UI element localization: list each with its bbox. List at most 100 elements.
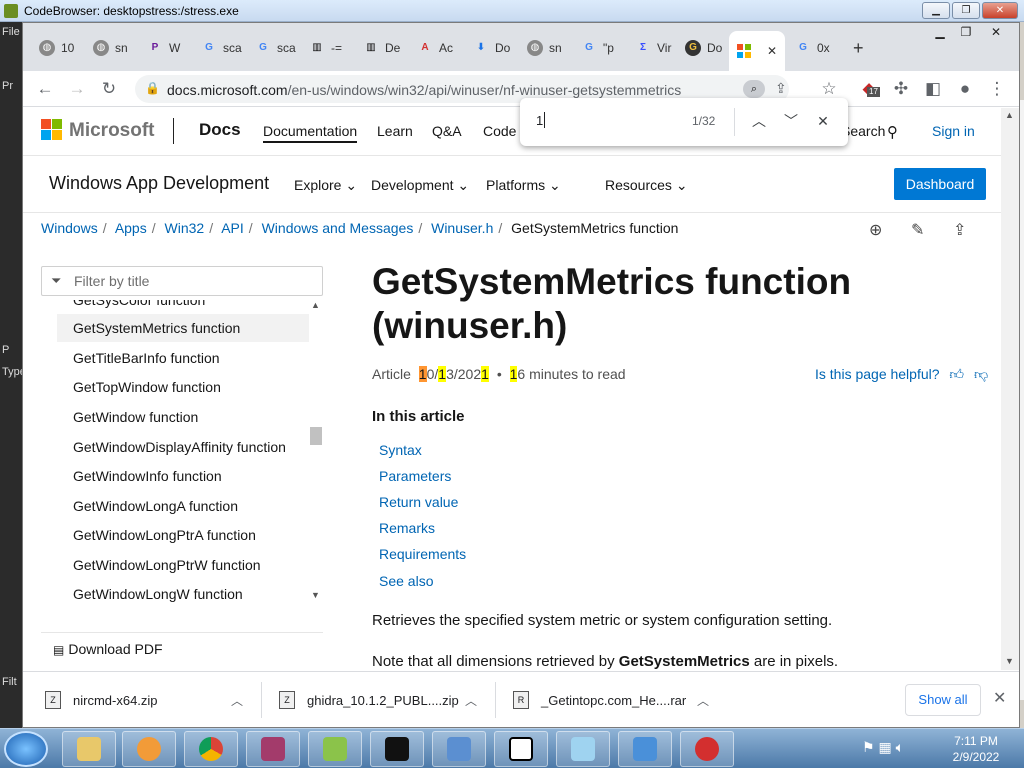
- close-button[interactable]: ✕: [983, 25, 1009, 41]
- tab[interactable]: G Do: [685, 35, 722, 61]
- breadcrumb-link[interactable]: Winuser.h: [431, 220, 493, 236]
- tab[interactable]: Σ Vir: [635, 35, 671, 61]
- section-link-syntax[interactable]: Syntax: [379, 442, 422, 458]
- network-tray-icon[interactable]: ▦: [878, 739, 891, 755]
- control-panel-icon[interactable]: [618, 731, 672, 767]
- search-icon[interactable]: ⚲: [887, 123, 898, 141]
- chevron-up-icon[interactable]: ︿: [697, 692, 709, 709]
- profile-avatar-icon[interactable]: ●: [953, 77, 977, 101]
- download-item[interactable]: R _Getintopc.com_He....rar ︿: [513, 686, 709, 714]
- share-icon[interactable]: ⇪: [775, 80, 787, 97]
- forward-icon[interactable]: →: [65, 77, 89, 101]
- section-link-requirements[interactable]: Requirements: [379, 546, 466, 562]
- toc-item[interactable]: GetWindowLongPtrW function: [57, 551, 309, 579]
- page-scrollbar[interactable]: ▲ ▼: [1001, 108, 1019, 670]
- volume-icon[interactable]: 🔈︎: [896, 739, 904, 755]
- menu-explore[interactable]: Explore ⌄: [294, 177, 357, 194]
- tab[interactable]: Gsca: [255, 35, 296, 61]
- reload-icon[interactable]: ↻: [97, 77, 121, 101]
- tab[interactable]: ▥ De: [363, 35, 400, 61]
- network-icon[interactable]: [432, 731, 486, 767]
- toc-item[interactable]: GetWindowDisplayAffinity function: [57, 433, 309, 461]
- docs-link[interactable]: Docs: [199, 120, 241, 140]
- breadcrumb-link[interactable]: Apps: [115, 220, 147, 236]
- toc-item[interactable]: GetWindow function: [57, 403, 309, 431]
- download-item[interactable]: Znircmd-x64.zip ︿: [45, 686, 243, 714]
- restore-button[interactable]: ❐: [953, 25, 979, 41]
- new-tab-button[interactable]: +: [853, 35, 864, 61]
- chrome-icon[interactable]: [184, 731, 238, 767]
- close-button[interactable]: ✕: [982, 2, 1018, 19]
- toc-item[interactable]: GetWindowLongW function: [57, 580, 309, 608]
- nav-learn[interactable]: Learn: [377, 123, 413, 139]
- tab[interactable]: Gsca: [201, 35, 242, 61]
- toc-item[interactable]: GetWindowLongPtrA function: [57, 521, 309, 549]
- toc-filter-input[interactable]: ⏷ Filter by title: [41, 266, 323, 296]
- nav-qa[interactable]: Q&A: [432, 123, 462, 139]
- menu-platforms[interactable]: Platforms ⌄: [486, 177, 561, 194]
- section-link-see-also[interactable]: See also: [379, 573, 433, 589]
- tab[interactable]: ◍ 10: [39, 35, 74, 61]
- menu-development[interactable]: Development ⌄: [371, 177, 469, 194]
- thumbs-up-icon[interactable]: 👍︎: [949, 366, 964, 382]
- tab[interactable]: PW: [147, 35, 181, 61]
- tab[interactable]: ⬇ Do: [473, 35, 511, 61]
- media-player-icon[interactable]: [122, 731, 176, 767]
- download-pdf-link[interactable]: ▤ Download PDF: [53, 641, 163, 657]
- minimize-button[interactable]: ▁: [927, 25, 953, 41]
- section-link-return-value[interactable]: Return value: [379, 494, 458, 510]
- menu-kebab-icon[interactable]: ⋮: [985, 77, 1009, 101]
- side-panel-icon[interactable]: ◧: [921, 77, 945, 101]
- flag-icon[interactable]: ⚑: [862, 739, 875, 755]
- show-all-downloads-button[interactable]: Show all: [905, 684, 981, 716]
- ida-icon[interactable]: [680, 731, 734, 767]
- nav-documentation[interactable]: Documentation: [263, 123, 358, 143]
- find-input[interactable]: 1: [536, 113, 543, 128]
- find-next-icon[interactable]: ﹀: [780, 110, 802, 132]
- menu-resources[interactable]: Resources ⌄: [605, 177, 688, 194]
- dashboard-button[interactable]: Dashboard: [894, 168, 986, 200]
- chevron-up-icon[interactable]: ︿: [231, 692, 243, 709]
- tab[interactable]: ◍ sn: [527, 35, 562, 61]
- extension-icon[interactable]: ◆17: [857, 77, 881, 101]
- explorer-icon[interactable]: [62, 731, 116, 767]
- toc-item[interactable]: GetTopWindow function: [57, 373, 309, 401]
- toc-item[interactable]: GetWindowLongA function: [57, 492, 309, 520]
- toc-item[interactable]: GetWindowInfo function: [57, 462, 309, 490]
- microsoft-logo-icon[interactable]: [41, 119, 62, 140]
- tab[interactable]: A Ac: [417, 35, 453, 61]
- maximize-button[interactable]: ❐: [952, 2, 980, 19]
- nav-code[interactable]: Code: [483, 123, 516, 139]
- microsoft-brand[interactable]: Microsoft: [69, 120, 155, 142]
- tab[interactable]: G "p: [581, 35, 614, 61]
- minimize-button[interactable]: ▁: [922, 2, 950, 19]
- find-in-page-icon[interactable]: ⌕: [743, 80, 765, 98]
- tab[interactable]: ▥ -=: [309, 35, 342, 61]
- extensions-puzzle-icon[interactable]: ✣: [889, 77, 913, 101]
- close-downloads-icon[interactable]: ✕: [993, 688, 1006, 708]
- chevron-up-icon[interactable]: ︿: [465, 692, 477, 709]
- share-icon[interactable]: ⇪: [953, 220, 966, 240]
- find-previous-icon[interactable]: ︿: [748, 110, 770, 132]
- tab[interactable]: G 0x: [795, 35, 830, 61]
- notepad-icon[interactable]: [556, 731, 610, 767]
- toc-item[interactable]: GetTitleBarInfo function: [57, 344, 309, 372]
- clock[interactable]: 7:11 PM 2/9/2022: [944, 733, 1008, 765]
- section-link-parameters[interactable]: Parameters: [379, 468, 451, 484]
- add-collection-icon[interactable]: ⊕: [869, 220, 882, 240]
- breadcrumb-link[interactable]: Win32: [165, 220, 205, 236]
- find-close-icon[interactable]: ✕: [812, 110, 834, 132]
- winrar-icon[interactable]: [246, 731, 300, 767]
- cmd-icon[interactable]: [370, 731, 424, 767]
- breadcrumb-link[interactable]: Windows: [41, 220, 98, 236]
- breadcrumb-link[interactable]: Windows and Messages: [262, 220, 414, 236]
- back-icon[interactable]: ←: [33, 77, 57, 101]
- thumbs-down-icon[interactable]: 👎︎: [974, 366, 988, 382]
- notepad-plus-icon[interactable]: [308, 731, 362, 767]
- 7zip-icon[interactable]: [494, 731, 548, 767]
- sign-in-link[interactable]: Sign in: [932, 123, 975, 139]
- edit-pencil-icon[interactable]: ✎: [911, 220, 924, 240]
- tab-close-icon[interactable]: ✕: [767, 44, 777, 58]
- toc-item[interactable]: GetSysColor function: [57, 300, 309, 314]
- tab-active[interactable]: ✕: [729, 31, 785, 71]
